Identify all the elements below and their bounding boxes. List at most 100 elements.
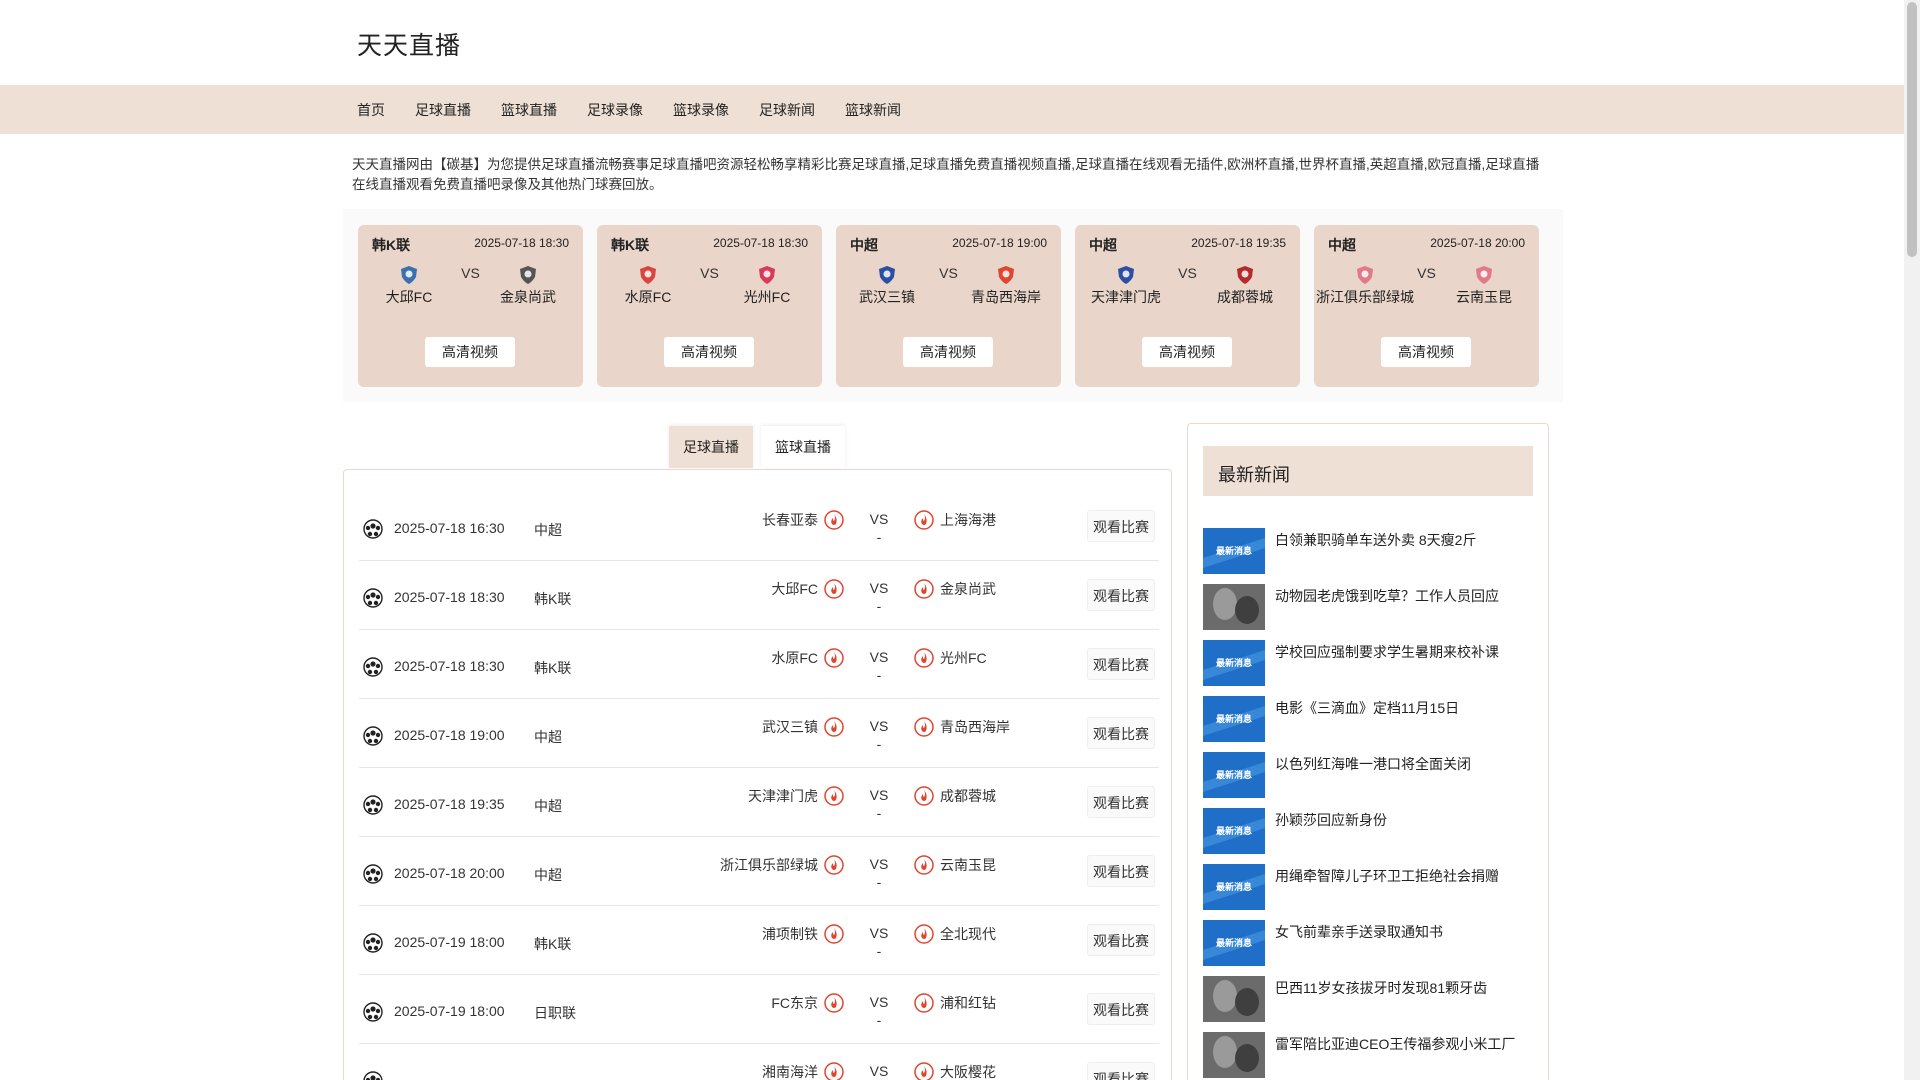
match-league: 中超 bbox=[534, 522, 562, 538]
page-scrollbar[interactable] bbox=[1904, 0, 1920, 1080]
featured-away-name: 云南玉昆 bbox=[1456, 289, 1512, 305]
nav-list: 首页 足球直播 篮球直播 足球录像 篮球录像 足球新闻 篮球新闻 bbox=[357, 85, 931, 134]
vs-score: VS - bbox=[859, 786, 899, 822]
news-title[interactable]: 巴西11岁女孩拔牙时发现81颗牙齿 bbox=[1275, 978, 1487, 998]
featured-home-team: 水原FC bbox=[598, 265, 698, 307]
home-team: 武汉三镇 bbox=[762, 717, 844, 737]
news-thumb-label: 最新消息 bbox=[1215, 770, 1252, 780]
scrollbar-thumb[interactable] bbox=[1907, 2, 1917, 257]
away-team-logo-icon bbox=[914, 855, 934, 875]
watch-match-button[interactable]: 观看比赛 bbox=[1087, 924, 1155, 956]
away-team-logo-icon bbox=[998, 266, 1014, 284]
featured-league: 中超 bbox=[850, 237, 878, 253]
featured-away-team: 光州FC bbox=[717, 265, 817, 307]
featured-time: 2025-07-18 19:00 bbox=[952, 236, 1047, 250]
featured-home-name: 水原FC bbox=[624, 289, 672, 305]
news-title[interactable]: 学校回应强制要求学生暑期来校补课 bbox=[1275, 642, 1499, 662]
featured-match-card[interactable]: 中超 2025-07-18 19:00 VS 武汉三镇 青岛西海岸 高清视频 bbox=[836, 225, 1061, 387]
nav-item-1[interactable]: 足球直播 bbox=[415, 100, 471, 120]
news-item[interactable]: 最新消息 用绳牵智障儿子环卫工拒绝社会捐赠 bbox=[1203, 864, 1533, 910]
home-team-name: 湘南海洋 bbox=[762, 1064, 818, 1080]
news-item[interactable]: 巴西11岁女孩拔牙时发现81颗牙齿 bbox=[1203, 976, 1533, 1022]
featured-match-card[interactable]: 韩K联 2025-07-18 18:30 VS 水原FC 光州FC 高清视频 bbox=[597, 225, 822, 387]
home-team-logo-icon bbox=[1357, 266, 1373, 284]
site-title[interactable]: 天天直播 bbox=[357, 26, 461, 62]
home-team-logo-icon bbox=[401, 266, 417, 284]
news-item[interactable]: 最新消息 以色列红海唯一港口将全面关闭 bbox=[1203, 752, 1533, 798]
featured-match-card[interactable]: 中超 2025-07-18 19:35 VS 天津津门虎 成都蓉城 高清视频 bbox=[1075, 225, 1300, 387]
nav-item-0[interactable]: 首页 bbox=[357, 100, 385, 120]
nav-item-6[interactable]: 篮球新闻 bbox=[845, 100, 901, 120]
vs-label: VS bbox=[869, 856, 889, 872]
news-item[interactable]: 最新消息 学校回应强制要求学生暑期来校补课 bbox=[1203, 640, 1533, 686]
news-title[interactable]: 白领兼职骑单车送外卖 8天瘦2斤 bbox=[1275, 530, 1476, 550]
hd-video-button[interactable]: 高清视频 bbox=[425, 337, 515, 367]
news-thumbnail-badge: 最新消息 bbox=[1203, 696, 1265, 742]
nav-item-2[interactable]: 篮球直播 bbox=[501, 100, 557, 120]
score-placeholder: - bbox=[876, 529, 882, 545]
news-title[interactable]: 电影《三滴血》定档11月15日 bbox=[1275, 698, 1459, 718]
watch-match-button[interactable]: 观看比赛 bbox=[1087, 510, 1155, 542]
nav-item-5[interactable]: 足球新闻 bbox=[759, 100, 815, 120]
hd-video-button[interactable]: 高清视频 bbox=[1381, 337, 1471, 367]
watch-match-button[interactable]: 观看比赛 bbox=[1087, 717, 1155, 749]
news-item[interactable]: 雷军陪比亚迪CEO王传福参观小米工厂 bbox=[1203, 1032, 1533, 1078]
watch-match-button[interactable]: 观看比赛 bbox=[1087, 993, 1155, 1025]
featured-match-card[interactable]: 韩K联 2025-07-18 18:30 VS 大邱FC 金泉尚武 高清视频 bbox=[358, 225, 583, 387]
watch-match-button[interactable]: 观看比赛 bbox=[1087, 786, 1155, 818]
news-title[interactable]: 动物园老虎饿到吃草？工作人员回应 bbox=[1275, 586, 1499, 606]
news-title[interactable]: 以色列红海唯一港口将全面关闭 bbox=[1275, 754, 1471, 774]
soccer-ball-icon bbox=[363, 1071, 383, 1080]
home-team-logo-icon bbox=[879, 266, 895, 284]
featured-league: 中超 bbox=[1328, 237, 1356, 253]
away-team-name: 成都蓉城 bbox=[940, 788, 996, 804]
news-thumb-label: 最新消息 bbox=[1215, 938, 1252, 948]
nav-item-4[interactable]: 篮球录像 bbox=[673, 100, 729, 120]
home-team-logo-icon bbox=[824, 648, 844, 668]
hd-video-button[interactable]: 高清视频 bbox=[664, 337, 754, 367]
news-title[interactable]: 女飞前辈亲手送录取通知书 bbox=[1275, 922, 1443, 942]
away-team-name: 光州FC bbox=[940, 650, 987, 666]
news-thumbnail-photo bbox=[1203, 976, 1265, 1022]
news-title[interactable]: 雷军陪比亚迪CEO王传福参观小米工厂 bbox=[1275, 1034, 1515, 1054]
news-title[interactable]: 用绳牵智障儿子环卫工拒绝社会捐赠 bbox=[1275, 866, 1499, 886]
featured-home-name: 大邱FC bbox=[385, 289, 433, 305]
featured-away-name: 成都蓉城 bbox=[1217, 289, 1273, 305]
home-team-logo-icon bbox=[824, 510, 844, 530]
news-title[interactable]: 孙颖莎回应新身份 bbox=[1275, 810, 1387, 830]
match-league: 韩K联 bbox=[534, 936, 572, 952]
news-item[interactable]: 最新消息 白领兼职骑单车送外卖 8天瘦2斤 bbox=[1203, 528, 1533, 574]
featured-away-team: 云南玉昆 bbox=[1434, 265, 1534, 307]
news-item[interactable]: 动物园老虎饿到吃草？工作人员回应 bbox=[1203, 584, 1533, 630]
site-intro: 天天直播网由【碳基】为您提供足球直播流畅赛事足球直播吧资源轻松畅享精彩比赛足球直… bbox=[352, 157, 1540, 192]
featured-match-card[interactable]: 中超 2025-07-18 20:00 VS 浙江俱乐部绿城 云南玉昆 高清视频 bbox=[1314, 225, 1539, 387]
news-item[interactable]: 最新消息 孙颖莎回应新身份 bbox=[1203, 808, 1533, 854]
featured-time: 2025-07-18 18:30 bbox=[713, 236, 808, 250]
news-thumbnail-photo bbox=[1203, 584, 1265, 630]
watch-match-button[interactable]: 观看比赛 bbox=[1087, 579, 1155, 611]
news-thumbnail-badge: 最新消息 bbox=[1203, 864, 1265, 910]
match-row: 2025-07-18 19:35 中超 天津津门虎 VS - 成都蓉城 观看比赛 bbox=[359, 768, 1159, 837]
away-team-logo-icon bbox=[914, 510, 934, 530]
tab-basketball-live[interactable]: 篮球直播 bbox=[761, 426, 845, 468]
news-item[interactable]: 最新消息 电影《三滴血》定档11月15日 bbox=[1203, 696, 1533, 742]
vs-label: VS bbox=[869, 994, 889, 1010]
hd-video-button[interactable]: 高清视频 bbox=[1142, 337, 1232, 367]
away-team: 全北现代 bbox=[914, 924, 996, 944]
away-team: 青岛西海岸 bbox=[914, 717, 1010, 737]
tab-football-live[interactable]: 足球直播 bbox=[669, 426, 753, 468]
news-item[interactable]: 最新消息 女飞前辈亲手送录取通知书 bbox=[1203, 920, 1533, 966]
away-team: 金泉尚武 bbox=[914, 579, 996, 599]
vs-score: VS - bbox=[859, 510, 899, 546]
watch-match-button[interactable]: 观看比赛 bbox=[1087, 855, 1155, 887]
featured-away-name: 金泉尚武 bbox=[500, 289, 556, 305]
vs-score: VS - bbox=[859, 648, 899, 684]
watch-match-button[interactable]: 观看比赛 bbox=[1087, 648, 1155, 680]
featured-league: 韩K联 bbox=[611, 237, 650, 253]
home-team-name: 长春亚泰 bbox=[762, 512, 818, 528]
nav-item-3[interactable]: 足球录像 bbox=[587, 100, 643, 120]
home-team: 长春亚泰 bbox=[762, 510, 844, 530]
hd-video-button[interactable]: 高清视频 bbox=[903, 337, 993, 367]
match-league: 日职联 bbox=[534, 1005, 576, 1021]
watch-match-button[interactable]: 观看比赛 bbox=[1087, 1062, 1155, 1080]
